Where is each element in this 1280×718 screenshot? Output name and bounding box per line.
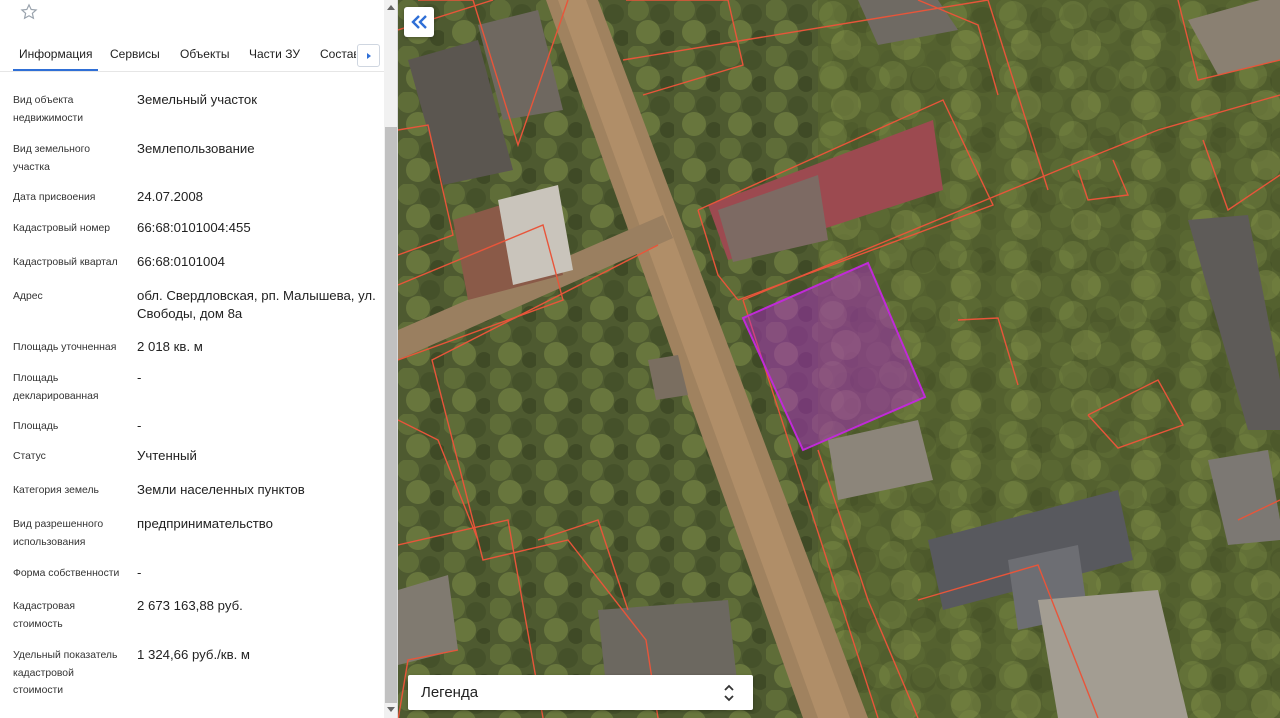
tab-composition[interactable]: Состав — [320, 47, 356, 61]
info-value: Земельный участок — [137, 92, 258, 107]
info-value: Земли населенных пунктов — [137, 482, 305, 497]
info-value: - — [137, 370, 142, 385]
star-icon[interactable] — [20, 3, 38, 21]
collapse-panel-button[interactable] — [404, 7, 434, 37]
tab-objects[interactable]: Объекты — [180, 47, 230, 61]
aerial-map-image — [398, 0, 1280, 718]
info-value: - — [137, 565, 142, 580]
info-value: 2 673 163,88 руб. — [137, 598, 243, 613]
info-label: Кадастровый номер — [13, 223, 111, 234]
info-label: Кадастровый квартал — [13, 257, 118, 268]
info-label: Вид разрешенного использования — [13, 519, 104, 548]
double-chevron-left-icon — [411, 15, 427, 29]
info-label: Кадастровая стоимость — [13, 601, 75, 630]
info-label: Вид объекта недвижимости — [13, 95, 84, 124]
scroll-down-icon[interactable] — [387, 707, 395, 713]
scrollbar-thumb[interactable] — [385, 127, 397, 703]
panel-scrollbar[interactable] — [384, 0, 397, 718]
info-label: Категория земель — [13, 485, 99, 496]
info-label: Удельный показатель кадастровой стоимост… — [13, 650, 118, 696]
info-value: 24.07.2008 — [137, 189, 204, 204]
scroll-up-icon[interactable] — [387, 4, 395, 10]
info-label: Статус — [13, 451, 46, 462]
info-value: 66:68:0101004 — [137, 254, 226, 269]
info-label: Площадь декларированная — [13, 373, 99, 402]
tabs-next-button[interactable] — [357, 44, 380, 67]
info-label: Форма собственности — [13, 568, 120, 579]
legend-label: Легенда — [421, 684, 479, 701]
legend-dropdown[interactable]: Легенда — [408, 675, 753, 710]
info-panel: Информация Сервисы Объекты Части ЗУ Сост… — [0, 0, 398, 718]
info-label: Адрес — [13, 291, 43, 302]
info-value: Землепользование — [137, 141, 255, 156]
info-value: Учтенный — [137, 448, 197, 463]
tab-services[interactable]: Сервисы — [110, 47, 160, 61]
info-label: Площадь уточненная — [13, 342, 117, 353]
up-down-chevron-icon[interactable] — [724, 684, 734, 702]
info-value: 66:68:0101004:455 — [137, 220, 251, 235]
info-value: 1 324,66 руб./кв. м — [137, 647, 250, 662]
info-label: Дата присвоения — [13, 192, 96, 203]
info-label: Площадь — [13, 421, 59, 432]
chevron-right-icon — [367, 53, 371, 59]
info-label: Вид земельного участка — [13, 144, 91, 173]
info-value: - — [137, 418, 142, 433]
tab-bar: Информация Сервисы Объекты Части ЗУ Сост… — [0, 38, 384, 72]
info-value: обл. Свердловская, рп. Малышева, ул. Сво… — [137, 288, 376, 321]
info-value: предпринимательство — [137, 516, 273, 531]
map-view[interactable] — [398, 0, 1280, 718]
info-value: 2 018 кв. м — [137, 339, 203, 354]
tab-parcel-parts[interactable]: Части ЗУ — [249, 47, 300, 61]
tab-info[interactable]: Информация — [12, 47, 100, 71]
